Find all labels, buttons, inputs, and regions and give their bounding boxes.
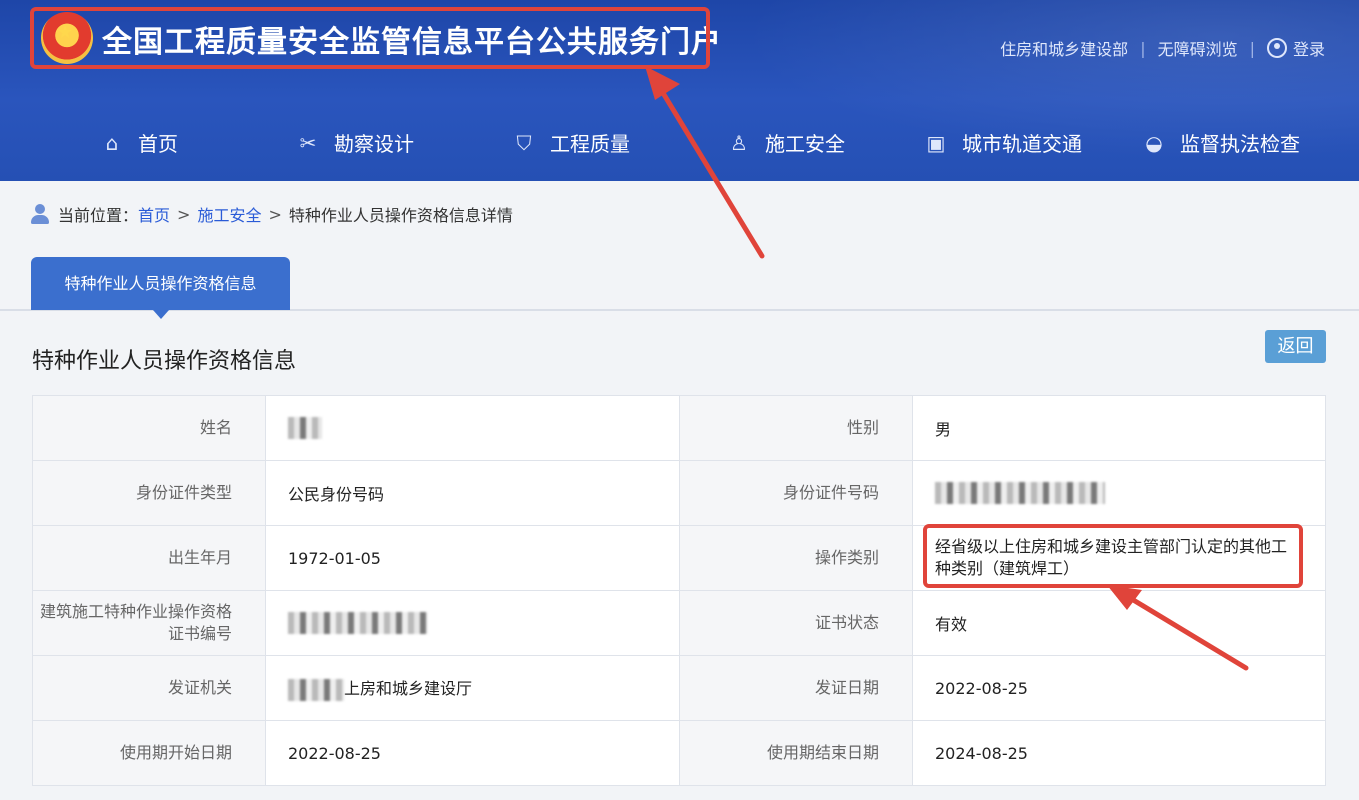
field-label: 发证机关 — [32, 655, 266, 721]
nav-item-survey-design[interactable]: ✂ 勘察设计 — [296, 128, 414, 157]
login-link[interactable]: 登录 — [1293, 36, 1325, 60]
breadcrumb-separator: > — [268, 204, 282, 224]
ministry-link[interactable]: 住房和城乡建设部 — [1000, 36, 1128, 60]
link-separator: | — [1249, 38, 1255, 58]
breadcrumb-prefix: 当前位置： — [58, 206, 139, 225]
top-links: 住房和城乡建设部 | 无障碍浏览 | 登录 — [1000, 36, 1325, 60]
nav-item-enforcement[interactable]: ◒ 监督执法检查 — [1142, 128, 1300, 157]
back-button[interactable]: 返回 — [1265, 330, 1326, 363]
section-title: 特种作业人员操作资格信息 — [32, 349, 297, 374]
field-label: 发证日期 — [679, 655, 913, 721]
field-label: 操作类别 — [679, 525, 913, 591]
field-label: 性别 — [679, 395, 913, 461]
table-row: 建筑施工特种作业操作资格证书编号 证书状态 有效 — [32, 590, 1326, 656]
nav-item-quality[interactable]: ⛉ 工程质量 — [512, 128, 631, 157]
issuer-text: 上房和城乡建设厅 — [344, 679, 473, 699]
table-row: 使用期开始日期 2022-08-25 使用期结束日期 2024-08-25 — [32, 720, 1326, 786]
main-nav: ⌂ 首页 ✂ 勘察设计 ⛉ 工程质量 ♙ 施工安全 ▣ 城市轨道交通 ◒ 监督执… — [0, 118, 1359, 168]
nav-label: 勘察设计 — [334, 132, 414, 156]
redacted-value — [288, 678, 344, 701]
nav-label: 施工安全 — [765, 132, 845, 156]
nav-label: 监督执法检查 — [1180, 132, 1300, 156]
field-value-certificate-number — [265, 590, 680, 656]
field-value-issuer: 上房和城乡建设厅 — [265, 655, 680, 721]
location-user-icon — [30, 203, 50, 225]
field-value-name — [265, 395, 680, 461]
field-value-birth: 1972-01-05 — [265, 525, 680, 591]
field-value-id-number — [912, 460, 1326, 526]
home-icon: ⌂ — [105, 130, 119, 155]
title-highlight-box — [30, 7, 710, 69]
redacted-value — [288, 417, 322, 439]
field-value-gender: 男 — [912, 395, 1326, 461]
breadcrumb-separator: > — [177, 204, 191, 224]
field-label: 姓名 — [32, 395, 266, 461]
breadcrumb-safety-link[interactable]: 施工安全 — [197, 202, 261, 226]
field-value-valid-start: 2022-08-25 — [265, 720, 680, 786]
train-icon: ▣ — [926, 130, 946, 155]
police-cap-icon: ◒ — [1145, 130, 1163, 155]
field-label: 建筑施工特种作业操作资格证书编号 — [32, 590, 266, 656]
field-label: 出生年月 — [32, 525, 266, 591]
shield-icon: ⛉ — [516, 130, 532, 155]
table-row: 身份证件类型 公民身份号码 身份证件号码 — [32, 460, 1326, 526]
nav-item-safety[interactable]: ♙ 施工安全 — [727, 128, 845, 157]
redacted-value — [935, 482, 1105, 504]
field-label: 证书状态 — [679, 590, 913, 656]
table-row: 发证机关 上房和城乡建设厅 发证日期 2022-08-25 — [32, 655, 1326, 721]
field-label: 身份证件号码 — [679, 460, 913, 526]
tab-qualification-info[interactable]: 特种作业人员操作资格信息 — [31, 257, 290, 319]
field-value-id-type: 公民身份号码 — [265, 460, 680, 526]
nav-label: 工程质量 — [550, 132, 630, 156]
operation-type-highlight-box — [923, 524, 1303, 588]
accessibility-link[interactable]: 无障碍浏览 — [1158, 36, 1238, 60]
breadcrumb-current: 特种作业人员操作资格信息详情 — [288, 206, 513, 225]
tools-icon: ✂ — [299, 130, 317, 155]
nav-label: 首页 — [138, 132, 178, 156]
table-row: 姓名 性别 男 — [32, 395, 1326, 461]
user-icon[interactable] — [1266, 38, 1287, 58]
field-label: 使用期开始日期 — [32, 720, 266, 786]
field-value-issue-date: 2022-08-25 — [912, 655, 1326, 721]
field-value-valid-end: 2024-08-25 — [912, 720, 1326, 786]
link-separator: | — [1140, 38, 1146, 58]
site-header: 全国工程质量安全监管信息平台公共服务门户 住房和城乡建设部 | 无障碍浏览 | … — [0, 0, 1359, 181]
field-label: 使用期结束日期 — [679, 720, 913, 786]
field-label: 身份证件类型 — [32, 460, 266, 526]
qualification-info-table: 姓名 性别 男 身份证件类型 公民身份号码 身份证件号码 出生年月 1972-0… — [32, 395, 1326, 786]
nav-label: 城市轨道交通 — [962, 132, 1082, 156]
breadcrumb: 当前位置： 首页 > 施工安全 > 特种作业人员操作资格信息详情 — [30, 202, 513, 226]
redacted-value — [288, 612, 428, 634]
nav-item-rail-transit[interactable]: ▣ 城市轨道交通 — [924, 128, 1082, 157]
breadcrumb-home-link[interactable]: 首页 — [138, 202, 170, 226]
worker-icon: ♙ — [730, 130, 748, 155]
nav-item-home[interactable]: ⌂ 首页 — [100, 128, 178, 157]
field-value-status: 有效 — [912, 590, 1326, 656]
